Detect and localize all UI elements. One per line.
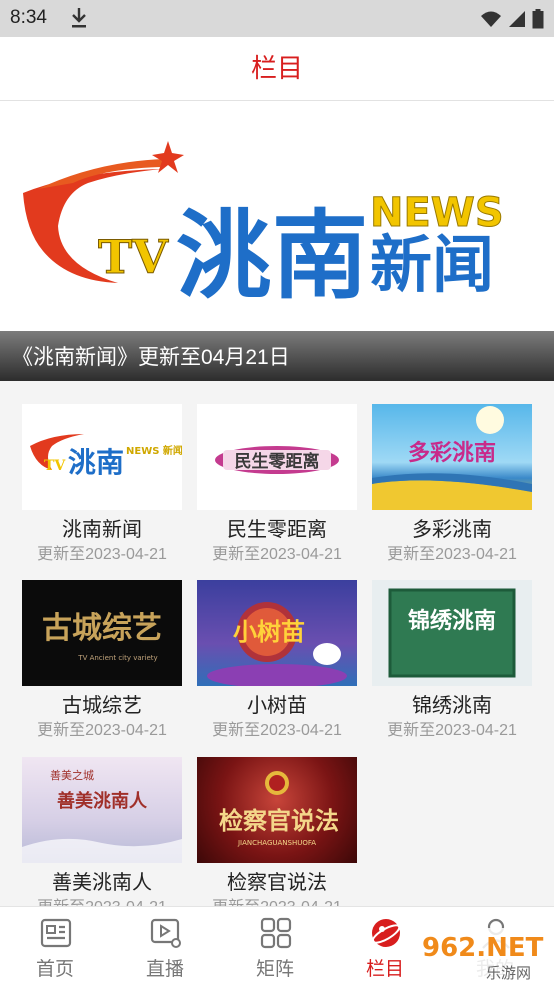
banner-caption: 《洮南新闻》更新至04月21日 bbox=[12, 346, 290, 369]
battery-icon bbox=[532, 9, 544, 29]
svg-text:洮南: 洮南 bbox=[68, 446, 124, 479]
column-thumbnail: 检察官说法 JIANCHAGUANSHUOFA bbox=[197, 757, 357, 863]
logo-name-text: 洮南 bbox=[176, 200, 368, 311]
logo-tv-text: TV bbox=[98, 230, 169, 284]
svg-text:检察官说法: 检察官说法 bbox=[219, 806, 339, 835]
column-title: 古城综艺 bbox=[62, 693, 142, 717]
svg-text:古城综艺: 古城综艺 bbox=[42, 611, 162, 646]
tab-live[interactable]: 直播 bbox=[110, 907, 220, 984]
tab-matrix[interactable]: 矩阵 bbox=[220, 907, 330, 984]
taonan-news-logo: TV 洮南 NEWS 新闻 bbox=[23, 141, 504, 311]
planet-icon bbox=[371, 919, 401, 947]
svg-text:NEWS 新闻: NEWS 新闻 bbox=[126, 444, 182, 457]
svg-text:962.NET: 962.NET bbox=[422, 933, 544, 963]
svg-text:乐游网: 乐游网 bbox=[486, 964, 531, 982]
site-watermark: 962.NET 乐游网 bbox=[416, 928, 554, 982]
column-update-date: 更新至2023-04-21 bbox=[37, 546, 167, 563]
svg-text:善美洮南人: 善美洮南人 bbox=[57, 790, 148, 812]
signal-icon bbox=[509, 11, 525, 27]
featured-banner[interactable]: TV 洮南 NEWS 新闻 《洮南新闻》更新至04月21日 bbox=[0, 101, 554, 381]
column-title: 善美洮南人 bbox=[52, 870, 152, 894]
header: 栏目 bbox=[0, 37, 554, 101]
page-title: 栏目 bbox=[250, 54, 303, 84]
status-indicators bbox=[480, 9, 544, 29]
column-update-date: 更新至2023-04-21 bbox=[37, 722, 167, 739]
column-update-date: 更新至2023-04-21 bbox=[387, 722, 517, 739]
column-thumbnail: 民生零距离 bbox=[197, 404, 357, 510]
status-time: 8:34 bbox=[10, 7, 47, 28]
tab-label: 矩阵 bbox=[255, 958, 294, 980]
column-thumbnail: 善美之城 善美洮南人 bbox=[22, 757, 182, 863]
column-thumbnail: 锦绣洮南 bbox=[372, 580, 532, 686]
status-bar: 8:34 bbox=[0, 0, 554, 37]
svg-text:民生零距离: 民生零距离 bbox=[235, 451, 320, 472]
column-thumbnail: TV 洮南 NEWS 新闻 bbox=[22, 404, 182, 510]
column-title: 锦绣洮南 bbox=[412, 693, 492, 717]
svg-text:TV Ancient city variety: TV Ancient city variety bbox=[77, 654, 157, 662]
column-update-date: 更新至2023-04-21 bbox=[387, 546, 517, 563]
column-thumbnail: 多彩洮南 bbox=[372, 404, 532, 510]
video-play-icon bbox=[150, 918, 181, 948]
column-title: 检察官说法 bbox=[227, 870, 327, 894]
column-update-date: 更新至2023-04-21 bbox=[187, 893, 367, 906]
grid-icon bbox=[260, 917, 292, 949]
svg-text:多彩洮南: 多彩洮南 bbox=[408, 440, 496, 466]
news-icon bbox=[40, 918, 72, 948]
column-update-date: 更新至2023-04-21 bbox=[12, 893, 192, 906]
svg-text:JIANCHAGUANSHUOFA: JIANCHAGUANSHUOFA bbox=[237, 839, 316, 847]
column-update-date: 更新至2023-04-21 bbox=[212, 546, 342, 563]
svg-text:锦绣洮南: 锦绣洮南 bbox=[408, 608, 496, 634]
wifi-icon bbox=[481, 11, 501, 27]
svg-text:TV: TV bbox=[44, 458, 66, 474]
column-title: 小树苗 bbox=[247, 693, 307, 717]
column-thumbnail: 小树苗 bbox=[197, 580, 357, 686]
column-thumbnail: 古城综艺 TV Ancient city variety bbox=[22, 580, 182, 686]
column-title: 民生零距离 bbox=[227, 517, 327, 541]
logo-sub-text: 新闻 bbox=[370, 228, 494, 301]
column-title: 洮南新闻 bbox=[62, 517, 142, 541]
tab-home[interactable]: 首页 bbox=[0, 907, 110, 984]
column-update-date: 更新至2023-04-21 bbox=[212, 722, 342, 739]
svg-text:小树苗: 小树苗 bbox=[233, 617, 305, 646]
svg-text:善美之城: 善美之城 bbox=[50, 768, 94, 782]
tab-label: 直播 bbox=[145, 958, 184, 980]
column-grid: TV 洮南 NEWS 新闻 洮南新闻 更新至2023-04-21 民生零距离 民… bbox=[0, 381, 554, 906]
tab-label: 首页 bbox=[35, 958, 74, 980]
download-icon bbox=[70, 7, 88, 33]
column-title: 多彩洮南 bbox=[412, 517, 492, 541]
